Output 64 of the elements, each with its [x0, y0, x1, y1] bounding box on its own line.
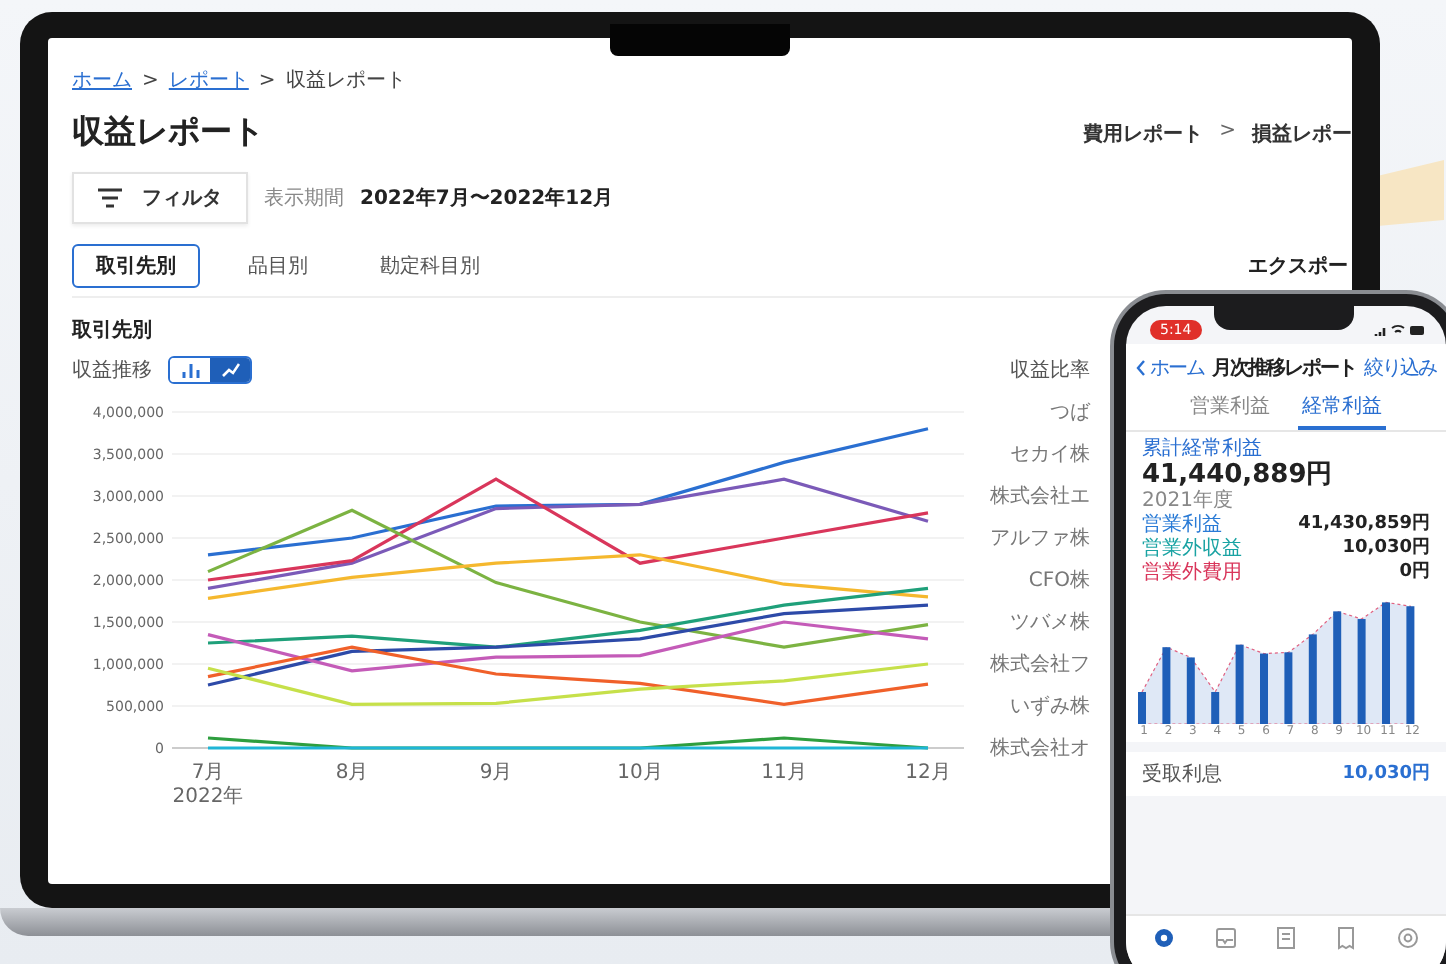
list-value: 10,030円 — [1342, 761, 1430, 788]
fiscal-year: 2021年度 — [1142, 490, 1235, 513]
breakdown-label: 営業利益 — [1142, 513, 1222, 537]
line-chart-button[interactable] — [210, 358, 250, 382]
line-chart-icon — [221, 362, 239, 378]
x-axis-label: 10月 — [617, 762, 663, 784]
summary-label: 累計経常利益 — [1142, 438, 1264, 461]
breakdown-label: 営業外収益 — [1142, 537, 1242, 561]
share-title: 収益比率 — [1010, 357, 1090, 384]
x-axis-label: 8月 — [335, 762, 369, 784]
breakdown-label: 営業外費用 — [1142, 561, 1242, 586]
bar-chart-icon — [181, 362, 199, 378]
list-label: 受取利息 — [1142, 761, 1222, 788]
year-label: 2022年 — [172, 786, 244, 808]
breadcrumb-current: 収益レポート — [285, 67, 406, 94]
screen-title: 月次推移レポート — [1212, 355, 1356, 382]
report-link[interactable]: 費用レポート — [1083, 119, 1204, 147]
tab[interactable]: 品目別 — [224, 244, 332, 288]
customer-label: セカイ株 — [1010, 441, 1090, 468]
list-row[interactable]: 受取利息 10,030円 — [1126, 751, 1446, 796]
phone-notch — [1214, 306, 1354, 330]
x-axis-label: 7月 — [191, 762, 225, 784]
filter-link[interactable]: 絞り込み — [1364, 354, 1436, 382]
customer-label: 株式会社フ — [990, 651, 1090, 678]
breadcrumb-link[interactable]: ホーム — [72, 66, 132, 94]
filter-button[interactable]: フィルタ — [72, 172, 248, 224]
page-title: 収益レポート — [72, 112, 264, 154]
x-axis-label: 11月 — [761, 762, 807, 784]
customer-label: いずみ株 — [1010, 693, 1090, 720]
tab[interactable]: 営業利益 — [1186, 388, 1274, 430]
back-link[interactable]: ホーム — [1136, 354, 1204, 382]
period-label: 表示期間 — [264, 185, 344, 212]
customer-label: アルファ株 — [990, 525, 1090, 552]
report-link[interactable]: 損益レポー — [1252, 119, 1352, 147]
filter-icon — [98, 188, 122, 208]
tab-bar-button[interactable] — [1395, 926, 1420, 950]
section-title: 取引先別 — [72, 317, 152, 344]
chevron-separator: > — [1219, 119, 1236, 145]
customer-label: CFO株 — [1028, 567, 1090, 594]
breadcrumb-separator: > — [258, 69, 276, 91]
summary-value: 41,440,889円 — [1142, 461, 1335, 489]
tab[interactable]: 勘定科目別 — [356, 244, 504, 288]
breadcrumb-link[interactable]: レポート — [168, 66, 249, 94]
tray-icon — [1213, 926, 1238, 950]
chart-title: 収益推移 — [72, 357, 152, 384]
chevron-left-icon — [1136, 360, 1146, 376]
x-axis-label: 12月 — [905, 762, 951, 784]
tab-bar-button[interactable] — [1273, 926, 1298, 950]
customer-label: つば — [1050, 400, 1090, 426]
customer-label: 株式会社オ — [990, 735, 1090, 762]
period-value: 2022年7月〜2022年12月 — [360, 185, 614, 212]
status-icons-drawing — [1374, 322, 1426, 338]
tab-bar-button[interactable] — [1213, 926, 1238, 950]
x-axis-label: 9月 — [479, 762, 513, 784]
breakdown-value: 0円 — [1399, 561, 1430, 586]
breadcrumb-separator: > — [142, 69, 159, 91]
breakdown-value: 41,430,859円 — [1298, 513, 1430, 537]
breakdown-value: 10,030円 — [1342, 537, 1430, 561]
tab[interactable]: 取引先別 — [72, 244, 200, 288]
customer-label: 株式会社エ — [990, 483, 1090, 510]
settings-icon — [1395, 926, 1420, 950]
document-icon — [1273, 926, 1298, 950]
export-link[interactable]: エクスポー — [1248, 252, 1348, 280]
customer-label: ツバメ株 — [1010, 609, 1090, 636]
